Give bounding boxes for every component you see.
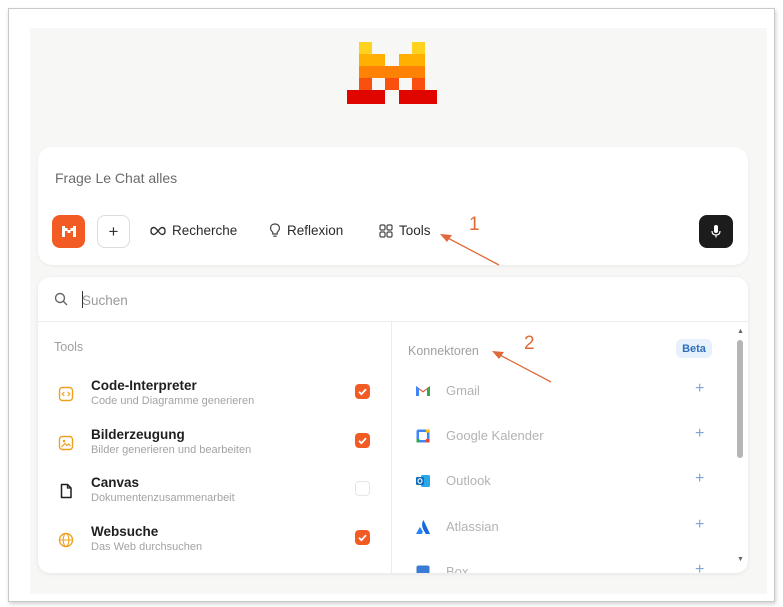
add-connector-plus-icon[interactable]: + bbox=[695, 425, 704, 443]
annotation-number-2: 2 bbox=[524, 333, 535, 354]
connector-name: Box bbox=[446, 564, 469, 573]
reflexion-label: Reflexion bbox=[287, 223, 344, 238]
reflexion-button[interactable]: Reflexion bbox=[269, 223, 343, 238]
add-connector-plus-icon[interactable]: + bbox=[695, 516, 704, 534]
lightbulb-icon bbox=[269, 223, 281, 238]
tools-button[interactable]: Tools bbox=[379, 223, 431, 238]
tools-dropdown-panel: Tools Code-Interpreter Code und Diagramm… bbox=[38, 277, 748, 573]
connector-outlook[interactable]: Outlook + bbox=[393, 467, 733, 497]
infinity-icon bbox=[150, 226, 166, 236]
tool-description: Code und Diagramme generieren bbox=[91, 395, 255, 407]
mistral-logo bbox=[347, 42, 437, 104]
code-icon bbox=[58, 386, 74, 402]
search-icon bbox=[54, 292, 68, 306]
add-connector-plus-icon[interactable]: + bbox=[695, 380, 704, 398]
connector-name: Atlassian bbox=[446, 519, 499, 534]
mistral-m-icon bbox=[61, 226, 76, 237]
chat-input-box: Frage Le Chat alles + Recherche Reflexio… bbox=[38, 147, 748, 265]
checkmark-icon bbox=[358, 534, 367, 542]
tool-name: Websuche bbox=[91, 524, 159, 539]
text-caret bbox=[82, 291, 83, 308]
checkmark-icon bbox=[358, 437, 367, 445]
code-interpreter-checkbox[interactable] bbox=[355, 384, 370, 399]
tool-item-canvas[interactable]: Canvas Dokumentenzusammenarbeit bbox=[38, 472, 392, 516]
tool-name: Bilderzeugung bbox=[91, 427, 185, 442]
connector-name: Outlook bbox=[446, 473, 491, 488]
tool-item-websuche[interactable]: Websuche Das Web durchsuchen bbox=[38, 521, 392, 565]
scroll-down-arrow-icon[interactable]: ▼ bbox=[737, 556, 744, 563]
connector-name: Gmail bbox=[446, 383, 480, 398]
connector-gmail[interactable]: Gmail + bbox=[393, 377, 733, 407]
grid-icon bbox=[379, 223, 393, 238]
checkmark-icon bbox=[358, 388, 367, 396]
atlassian-icon bbox=[416, 520, 430, 534]
microphone-button[interactable] bbox=[699, 215, 733, 248]
connector-atlassian[interactable]: Atlassian + bbox=[393, 513, 733, 543]
beta-badge: Beta bbox=[676, 339, 712, 358]
tool-item-bilderzeugung[interactable]: Bilderzeugung Bilder generieren und bear… bbox=[38, 424, 392, 468]
tool-item-code-interpreter[interactable]: Code-Interpreter Code und Diagramme gene… bbox=[38, 375, 392, 419]
tool-description: Dokumentenzusammenarbeit bbox=[91, 492, 235, 504]
gmail-icon bbox=[416, 386, 430, 396]
tool-description: Das Web durchsuchen bbox=[91, 541, 203, 553]
recherche-button[interactable]: Recherche bbox=[150, 223, 237, 238]
connector-google-kalender[interactable]: Google Kalender + bbox=[393, 422, 733, 452]
tool-name: Canvas bbox=[91, 475, 140, 490]
connector-box[interactable]: Box + bbox=[393, 558, 733, 573]
le-chat-mode-button[interactable] bbox=[52, 215, 85, 248]
box-icon bbox=[416, 565, 430, 573]
tool-description: Bilder generieren und bearbeiten bbox=[91, 444, 252, 456]
search-input[interactable] bbox=[82, 288, 682, 312]
microphone-icon bbox=[711, 225, 721, 238]
outlook-icon bbox=[416, 475, 430, 487]
tools-column: Tools Code-Interpreter Code und Diagramm… bbox=[38, 322, 392, 573]
websuche-checkbox[interactable] bbox=[355, 530, 370, 545]
connectors-section-label: Konnektoren bbox=[408, 344, 479, 358]
connectors-column: Konnektoren Beta Gmail + Google Kalender… bbox=[393, 322, 748, 573]
plus-icon: + bbox=[108, 221, 119, 241]
add-connector-plus-icon[interactable]: + bbox=[695, 470, 704, 488]
recherche-label: Recherche bbox=[172, 223, 238, 238]
tools-section-label: Tools bbox=[54, 340, 84, 354]
tools-label: Tools bbox=[399, 223, 431, 238]
tool-name: Code-Interpreter bbox=[91, 378, 197, 393]
scrollbar-thumb[interactable] bbox=[737, 340, 743, 458]
bilderzeugung-checkbox[interactable] bbox=[355, 433, 370, 448]
connectors-scrollbar[interactable]: ▲ ▼ bbox=[734, 328, 746, 568]
add-connector-plus-icon[interactable]: + bbox=[695, 561, 704, 573]
document-icon bbox=[60, 483, 72, 499]
image-icon bbox=[58, 435, 74, 451]
canvas-checkbox[interactable] bbox=[355, 481, 370, 496]
connector-name: Google Kalender bbox=[446, 428, 544, 443]
google-calendar-icon bbox=[416, 429, 430, 443]
scroll-up-arrow-icon[interactable]: ▲ bbox=[737, 328, 744, 335]
globe-icon bbox=[58, 532, 74, 548]
add-button[interactable]: + bbox=[97, 215, 130, 248]
search-row bbox=[38, 277, 748, 322]
chat-prompt-input[interactable]: Frage Le Chat alles bbox=[55, 170, 177, 186]
annotation-number-1: 1 bbox=[469, 214, 480, 235]
